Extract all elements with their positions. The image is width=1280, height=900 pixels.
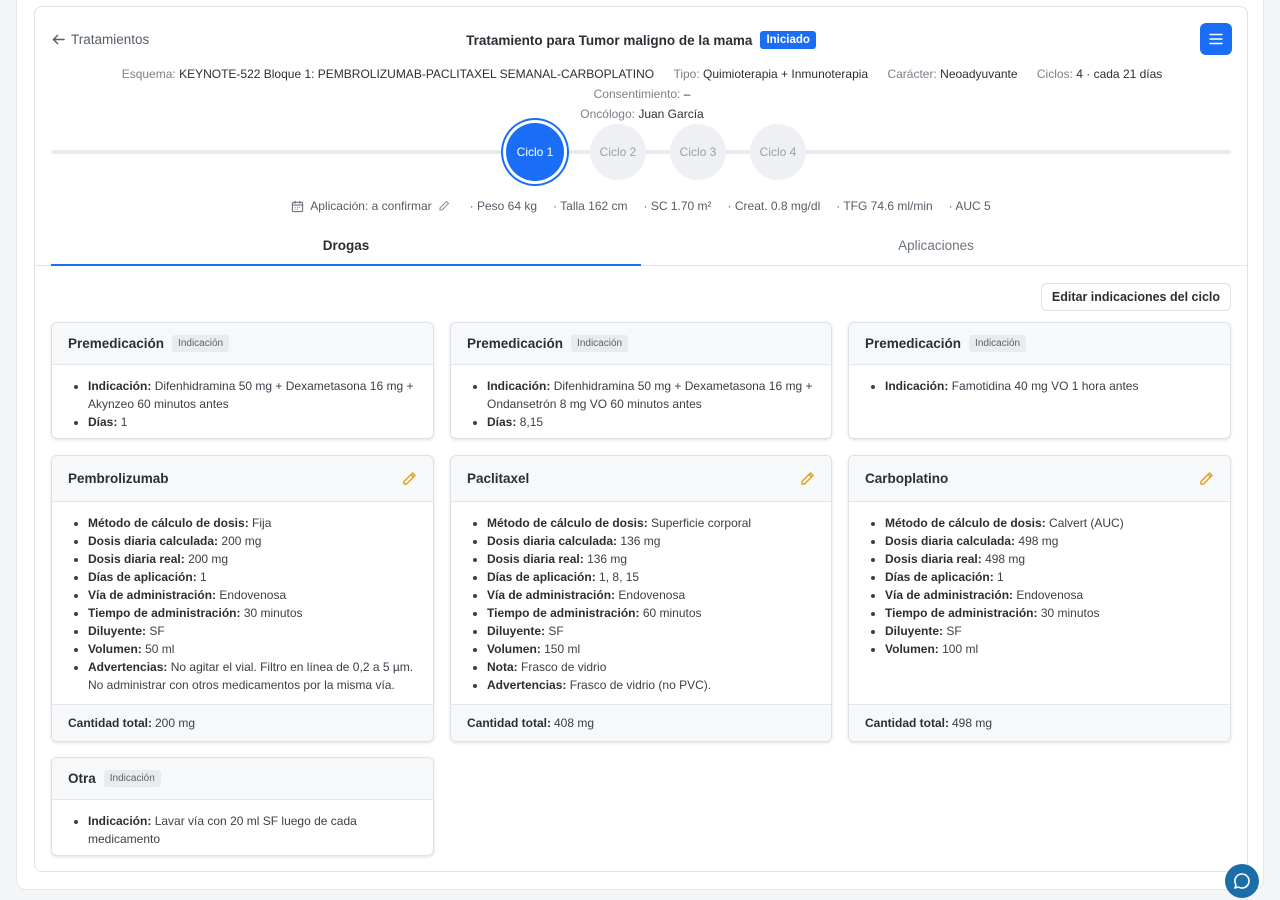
treatment-meta: Esquema: KEYNOTE-522 Bloque 1: PEMBROLIZ…	[65, 64, 1219, 124]
drug-card-carboplatino: Carboplatino Método de cálculo de dosis:…	[848, 455, 1231, 742]
indication-tag: Indicación	[571, 335, 629, 352]
edit-drug-pencil-icon[interactable]	[401, 471, 417, 487]
list-item: Días de aplicación: 1	[885, 568, 1214, 586]
list-item: Dosis diaria real: 498 mg	[885, 550, 1214, 568]
list-item: Volumen: 100 ml	[885, 640, 1214, 658]
meta-tipo: Tipo: Quimioterapia + Inmunoterapia	[673, 67, 869, 81]
indication-tag: Indicación	[172, 335, 230, 352]
edit-drug-pencil-icon[interactable]	[1198, 471, 1214, 487]
meta-consentimiento: Consentimiento: –	[593, 87, 691, 101]
list-item: Días: 1	[88, 413, 417, 431]
cycle-vitals: Aplicación: a confirmar · Peso 64 kg · T…	[35, 199, 1247, 213]
page-title: Tratamiento para Tumor maligno de la mam…	[466, 32, 753, 48]
list-item: Método de cálculo de dosis: Calvert (AUC…	[885, 514, 1214, 532]
card-title: Paclitaxel	[467, 471, 530, 486]
list-item: Tiempo de administración: 60 minutos	[487, 604, 815, 622]
list-item: Días de aplicación: 1	[88, 568, 417, 586]
vital-creat: · Creat. 0.8 mg/dl	[727, 199, 821, 213]
card-title: Premedicación	[467, 336, 564, 351]
indication-tag: Indicación	[969, 335, 1027, 352]
vital-tfg: · TFG 74.6 ml/min	[836, 199, 933, 213]
cycle-step-2[interactable]: Ciclo 2	[590, 124, 646, 180]
chat-button[interactable]	[1225, 864, 1259, 898]
list-item: Dosis diaria calculada: 498 mg	[885, 532, 1214, 550]
list-item: Diluyente: SF	[885, 622, 1214, 640]
meta-esquema: Esquema: KEYNOTE-522 Bloque 1: PEMBROLIZ…	[121, 67, 655, 81]
meta-ciclos: Ciclos: 4 · cada 21 días	[1036, 67, 1163, 81]
cycle-step-1[interactable]: Ciclo 1	[506, 123, 564, 181]
calendar-icon	[291, 200, 304, 213]
card-title: Premedicación	[68, 336, 165, 351]
title-row: Tratamiento para Tumor maligno de la mam…	[35, 31, 1247, 49]
tab-drogas[interactable]: Drogas	[51, 229, 641, 266]
list-item: Dosis diaria real: 136 mg	[487, 550, 815, 568]
card-title: Carboplatino	[865, 471, 949, 486]
list-item: Dosis diaria calculada: 136 mg	[487, 532, 815, 550]
other-card: Otra Indicación Indicación: Lavar vía co…	[51, 757, 434, 856]
tabs: Drogas Aplicaciones	[51, 229, 1231, 266]
list-item: Volumen: 50 ml	[88, 640, 417, 658]
premed-card-1: Premedicación Indicación Indicación: Dif…	[51, 322, 434, 439]
meta-oncologo: Oncólogo: Juan García	[580, 107, 704, 121]
vital-talla: · Talla 162 cm	[553, 199, 628, 213]
list-item: Tiempo de administración: 30 minutos	[88, 604, 417, 622]
indication-tag: Indicación	[103, 770, 161, 787]
application-date: Aplicación: a confirmar	[310, 199, 432, 213]
card-title: Otra	[68, 771, 96, 786]
menu-button[interactable]	[1200, 23, 1232, 55]
cycle-step-4[interactable]: Ciclo 4	[750, 124, 806, 180]
total-quantity: Cantidad total: 200 mg	[52, 704, 433, 741]
list-item: Indicación: Famotidina 40 mg VO 1 hora a…	[885, 377, 1214, 395]
drug-card-pembrolizumab: Pembrolizumab Método de cálculo de dosis…	[51, 455, 434, 742]
list-item: Volumen: 150 ml	[487, 640, 815, 658]
cycle-step-3[interactable]: Ciclo 3	[670, 124, 726, 180]
list-item: Tiempo de administración: 30 minutos	[885, 604, 1214, 622]
chat-bubble-icon	[1234, 873, 1250, 889]
vital-peso: · Peso 64 kg	[469, 199, 538, 213]
list-item: Vía de administración: Endovenosa	[88, 586, 417, 604]
edit-date-pencil-icon[interactable]	[438, 200, 450, 212]
card-title: Premedicación	[865, 336, 962, 351]
list-item: Vía de administración: Endovenosa	[885, 586, 1214, 604]
list-item: Diluyente: SF	[487, 622, 815, 640]
list-item: Dosis diaria calculada: 200 mg	[88, 532, 417, 550]
tab-aplicaciones[interactable]: Aplicaciones	[641, 229, 1231, 266]
edit-cycle-indications-button[interactable]: Editar indicaciones del ciclo	[1040, 283, 1231, 311]
card-title: Pembrolizumab	[68, 471, 169, 486]
list-item: Indicación: Lavar vía con 20 ml SF luego…	[88, 812, 417, 848]
list-item: Indicación: Difenhidramina 50 mg + Dexam…	[88, 377, 417, 413]
meta-caracter: Carácter: Neoadyuvante	[887, 67, 1018, 81]
hamburger-icon	[1209, 33, 1223, 45]
total-quantity: Cantidad total: 408 mg	[451, 704, 831, 741]
list-item: Días: 8,15	[487, 413, 815, 431]
treatment-panel: Tratamientos Tratamiento para Tumor mali…	[34, 6, 1248, 872]
list-item: Método de cálculo de dosis: Superficie c…	[487, 514, 815, 532]
list-item: Vía de administración: Endovenosa	[487, 586, 815, 604]
edit-drug-pencil-icon[interactable]	[799, 471, 815, 487]
list-item: Advertencias: Frasco de vidrio (no PVC).	[487, 676, 815, 694]
premed-card-3: Premedicación Indicación Indicación: Fam…	[848, 322, 1231, 439]
vital-auc: · AUC 5	[948, 199, 991, 213]
list-item: Diluyente: SF	[88, 622, 417, 640]
page-container: Tratamientos Tratamiento para Tumor mali…	[16, 0, 1264, 890]
list-item: Nota: Frasco de vidrio	[487, 658, 815, 676]
premed-card-2: Premedicación Indicación Indicación: Dif…	[450, 322, 832, 439]
vital-sc: · SC 1.70 m²	[643, 199, 712, 213]
drug-card-paclitaxel: Paclitaxel Método de cálculo de dosis: S…	[450, 455, 832, 742]
list-item: Dosis diaria real: 200 mg	[88, 550, 417, 568]
total-quantity: Cantidad total: 498 mg	[849, 704, 1230, 741]
list-item: Días de aplicación: 1, 8, 15	[487, 568, 815, 586]
list-item: Indicación: Difenhidramina 50 mg + Dexam…	[487, 377, 815, 413]
list-item: Método de cálculo de dosis: Fija	[88, 514, 417, 532]
status-badge: Iniciado	[760, 31, 816, 49]
list-item: Advertencias: No agitar el vial. Filtro …	[88, 658, 417, 694]
